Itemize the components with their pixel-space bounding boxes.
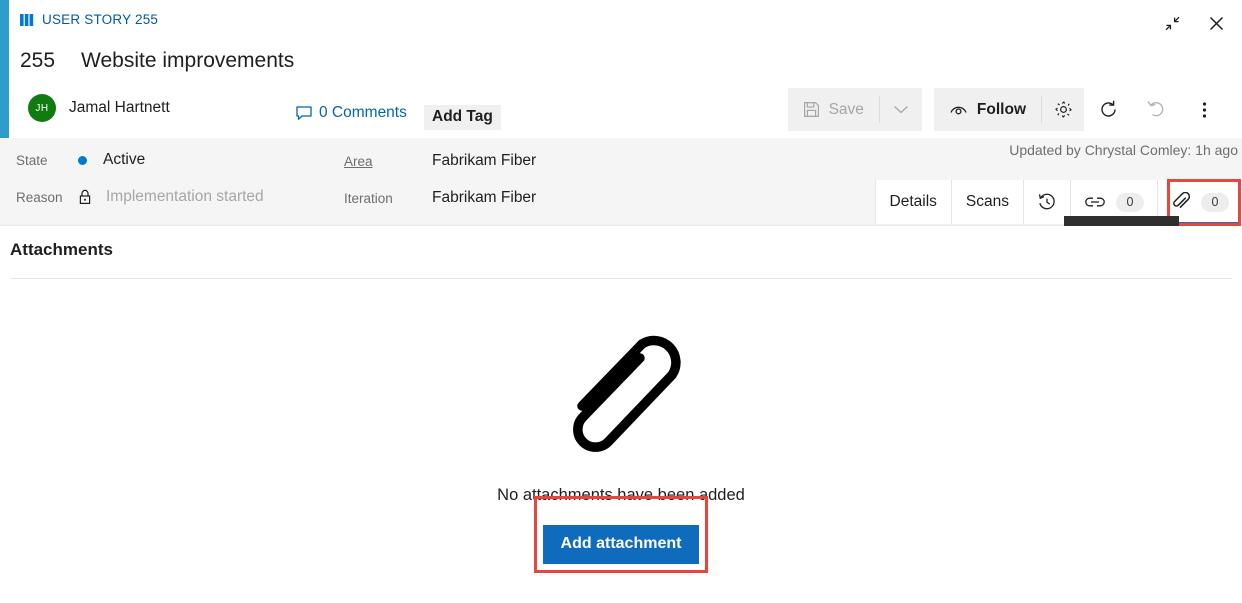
refresh-button[interactable] xyxy=(1084,88,1132,131)
tab-details[interactable]: Details xyxy=(874,180,951,224)
breadcrumb-label: USER STORY 255 xyxy=(42,12,159,27)
user-story-icon xyxy=(20,13,34,26)
attachments-panel: Attachments No attachments have been add… xyxy=(0,226,1242,603)
add-tag-button[interactable]: Add Tag xyxy=(424,105,501,130)
field-iteration-value: Fabrikam Fiber xyxy=(432,189,537,206)
breadcrumb[interactable]: USER STORY 255 xyxy=(20,12,158,27)
lock-icon xyxy=(78,189,92,205)
save-disk-icon xyxy=(803,102,819,117)
assignee-name: Jamal Hartnett xyxy=(69,99,170,116)
assignee-row[interactable]: JH Jamal Hartnett xyxy=(28,94,170,122)
paperclip-illustration xyxy=(541,304,701,464)
state-dot-icon xyxy=(78,155,87,165)
page-title: Attachments xyxy=(10,240,113,259)
undo-icon xyxy=(1146,101,1163,117)
tab-attachments-count: 0 xyxy=(1201,192,1229,212)
updated-by-text: Updated by Chrystal Comley: 1h ago xyxy=(1009,142,1238,158)
history-icon xyxy=(1038,193,1055,210)
field-state[interactable]: State Active xyxy=(16,151,145,169)
save-button[interactable]: Save xyxy=(788,88,879,131)
work-item-tabs: Details Scans 0 0 xyxy=(874,180,1242,224)
tab-scans-label: Scans xyxy=(965,193,1009,210)
field-reason-label: Reason xyxy=(16,189,63,205)
follow-button[interactable]: Follow xyxy=(934,88,1041,131)
field-iteration[interactable]: Iteration Fabrikam Fiber xyxy=(344,189,536,207)
tab-details-label: Details xyxy=(889,193,937,210)
chevron-down-icon xyxy=(893,106,908,114)
save-label: Save xyxy=(828,100,864,118)
field-iteration-label: Iteration xyxy=(344,190,393,206)
empty-message: No attachments have been added xyxy=(497,486,745,504)
comments-label: 0 Comments xyxy=(319,104,407,121)
refresh-icon xyxy=(1100,100,1116,117)
gear-icon xyxy=(1054,101,1072,118)
add-attachment-button[interactable]: Add attachment xyxy=(542,525,700,564)
field-reason[interactable]: Reason Implementation started xyxy=(16,188,264,206)
save-button-group: Save xyxy=(787,88,922,131)
tab-scans[interactable]: Scans xyxy=(950,180,1023,224)
attachment-icon xyxy=(1173,192,1191,208)
work-item-toolbar: Save Follow xyxy=(787,88,1228,131)
follow-settings-button[interactable] xyxy=(1042,88,1084,131)
follow-button-group: Follow xyxy=(933,88,1084,131)
save-options-button[interactable] xyxy=(880,88,922,131)
field-area-value: Fabrikam Fiber xyxy=(432,152,537,169)
more-vertical-icon xyxy=(1202,101,1206,118)
comments-link[interactable]: 0 Comments xyxy=(296,104,407,122)
work-item-dialog: USER STORY 255 255 Website improvements … xyxy=(0,0,1242,603)
link-icon xyxy=(1085,197,1105,207)
comment-icon xyxy=(296,105,312,120)
work-item-id: 255 xyxy=(20,49,56,72)
field-reason-value: Implementation started xyxy=(106,188,264,205)
avatar: JH xyxy=(28,94,56,122)
field-area[interactable]: Area Fabrikam Fiber xyxy=(344,152,536,170)
tab-history[interactable] xyxy=(1023,180,1070,224)
follow-label: Follow xyxy=(976,100,1026,118)
field-area-label: Area xyxy=(344,153,373,169)
more-options-button[interactable] xyxy=(1180,88,1228,131)
field-state-label: State xyxy=(16,152,48,168)
tab-links-count: 0 xyxy=(1116,192,1144,212)
work-item-title-row: 255 Website improvements xyxy=(20,49,294,73)
eye-icon xyxy=(950,106,967,115)
work-item-header: USER STORY 255 255 Website improvements … xyxy=(0,0,1242,138)
revert-button[interactable] xyxy=(1132,88,1180,131)
work-item-title[interactable]: Website improvements xyxy=(81,49,294,73)
section-divider xyxy=(10,278,1232,279)
add-attachment-wrapper: Add attachment xyxy=(533,496,709,573)
empty-state: No attachments have been added Add attac… xyxy=(0,304,1242,573)
field-state-value: Active xyxy=(103,151,146,168)
